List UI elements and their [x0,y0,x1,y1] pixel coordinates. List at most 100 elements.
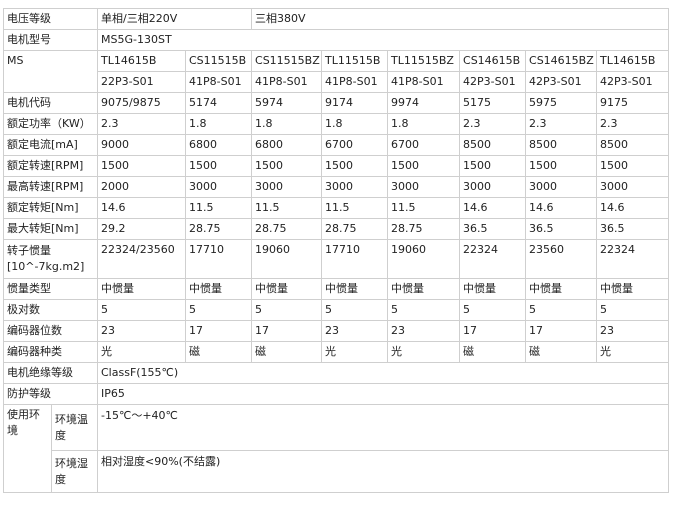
spec-row: 额定转矩[Nm] 14.6 11.5 11.5 11.5 11.5 14.6 14.6 14.6 [3,197,670,219]
voltage-three: 三相380V [251,8,670,30]
value-cell: 1.8 [251,113,323,135]
value-cell: 中惯量 [184,278,253,300]
value-cell: 中惯量 [97,278,186,300]
row-label: 额定转矩[Nm] [3,197,98,219]
value-cell: 3000 [251,176,323,198]
model-name-row: MS TL14615B CS11515B CS11515BZ TL11515B … [3,50,670,93]
value-cell: 5 [321,299,389,321]
value-cell: 3000 [596,176,670,198]
value-cell: 光 [321,341,389,363]
value-cell: 9000 [97,134,186,156]
protection-value: IP65 [96,383,670,405]
code-cell: 41P8-S01 [251,71,323,93]
value-cell: 9974 [387,92,461,114]
value-cell: 2.3 [525,113,598,135]
row-label: 额定电流[mA] [3,134,98,156]
value-cell: 1500 [251,155,323,177]
code-cell: 42P3-S01 [525,71,598,93]
row-label: 电机绝缘等级 [3,362,98,384]
row-label: 防护等级 [3,383,98,405]
value-cell: 17 [251,320,323,342]
model-code-row: 22P3-S01 41P8-S01 41P8-S01 41P8-S01 41P8… [4,71,670,93]
humidity-value: 相对湿度<90%(不结露) [96,450,670,493]
value-cell: 5 [459,299,527,321]
value-cell: 3000 [387,176,461,198]
value-cell: 3000 [184,176,253,198]
value-cell: 3000 [525,176,598,198]
model-cell: CS14615BZ [525,50,598,72]
model-cell: TL11515B [321,50,389,72]
value-cell: 5 [387,299,461,321]
value-cell: 1500 [525,155,598,177]
value-cell: 28.75 [387,218,461,240]
spec-rows-b: 惯量类型 中惯量 中惯量 中惯量 中惯量 中惯量 中惯量 中惯量 中惯量 极对数 5 5 5 5 5 5 5 5 编… [3,278,670,363]
value-cell: 17 [459,320,527,342]
value-cell: 5 [251,299,323,321]
value-cell: 中惯量 [251,278,323,300]
code-cell: 41P8-S01 [387,71,461,93]
voltage-single: 单相/三相220V [96,8,253,30]
env-label: 使用环境 [3,404,52,493]
value-cell: 5 [97,299,186,321]
row-label: 额定功率（KW） [3,113,98,135]
inertia-body: 转子惯量[10^-7kg.m2] 22324/23560 17710 19060… [3,239,670,279]
value-cell: 1500 [596,155,670,177]
value-cell: 23 [596,320,670,342]
ms-label: MS [3,50,98,93]
row-label: 编码器位数 [3,320,98,342]
value-cell: 6800 [251,134,323,156]
value-cell: 中惯量 [387,278,461,300]
value-cell: 2.3 [97,113,186,135]
env-humidity-row: 环境湿度 相对湿度<90%(不结露) [4,450,670,493]
value-cell: 8500 [596,134,670,156]
value-cell: 1.8 [387,113,461,135]
model-cell: TL14615B [596,50,670,72]
value-cell: 2.3 [596,113,670,135]
value-cell: 磁 [251,341,323,363]
value-cell: 22324 [596,239,670,279]
model-cell: CS11515BZ [251,50,323,72]
value-cell: 36.5 [459,218,527,240]
value-cell: 19060 [251,239,323,279]
value-cell: 1500 [387,155,461,177]
value-cell: 23 [387,320,461,342]
value-cell: 光 [97,341,186,363]
value-cell: 5975 [525,92,598,114]
temp-label: 环境温度 [51,404,98,451]
spec-rows-a: 电机代码 9075/9875 5174 5974 9174 9974 5175 5975 917… [3,92,670,240]
value-cell: 6700 [321,134,389,156]
model-series-row: 电机型号 MS5G-130ST [3,29,670,51]
row-label: 电压等级 [3,8,98,30]
value-cell: 中惯量 [321,278,389,300]
insulation-value: ClassF(155℃) [96,362,670,384]
value-cell: 14.6 [459,197,527,219]
value-cell: 22324 [459,239,527,279]
code-cell: 42P3-S01 [596,71,670,93]
value-cell: 22324/23560 [97,239,186,279]
value-cell: 17 [184,320,253,342]
spec-row: 最高转速[RPM] 2000 3000 3000 3000 3000 3000 3000 300… [3,176,670,198]
value-cell: 36.5 [596,218,670,240]
table-body: 电压等级 单相/三相220V 三相380V 电机型号 MS5G-130ST MS… [3,8,670,93]
value-cell: 光 [387,341,461,363]
value-cell: 中惯量 [596,278,670,300]
value-cell: 11.5 [387,197,461,219]
value-cell: 5174 [184,92,253,114]
code-cell: 41P8-S01 [321,71,389,93]
spec-row: 编码器种类光磁磁光光磁磁光 [3,341,670,363]
value-cell: 6800 [184,134,253,156]
model-cell: CS11515B [184,50,253,72]
value-cell: 9175 [596,92,670,114]
value-cell: 8500 [525,134,598,156]
value-cell: 1500 [184,155,253,177]
value-cell: 3000 [459,176,527,198]
row-label: 最大转矩[Nm] [3,218,98,240]
env-temp-row: 使用环境 环境温度 -15℃～+40℃ [3,404,670,493]
value-cell: 磁 [525,341,598,363]
inertia-row: 转子惯量[10^-7kg.m2] 22324/23560 17710 19060… [3,239,670,279]
code-cell: 22P3-S01 [97,71,186,93]
value-cell: 14.6 [525,197,598,219]
model-cell: TL11515BZ [387,50,461,72]
spec-row: 电机代码 9075/9875 5174 5974 9174 9974 5175 5975 917… [3,92,670,114]
spec-row: 额定电流[mA] 9000 6800 6800 6700 6700 8500 8500 8500 [3,134,670,156]
